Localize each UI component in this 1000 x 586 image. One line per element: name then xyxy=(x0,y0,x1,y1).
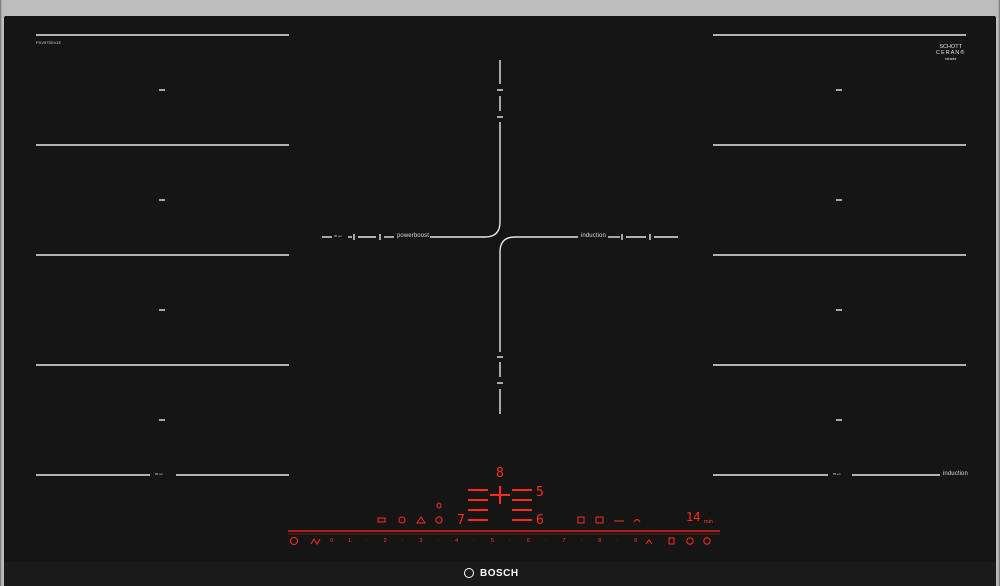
bosch-logo-icon xyxy=(464,568,474,578)
control-panel-graphics xyxy=(288,486,720,545)
move-mode-icon xyxy=(435,516,443,524)
power-level-3[interactable]: 2 xyxy=(384,538,387,544)
power-level-13[interactable]: 7 xyxy=(562,538,565,544)
bottom-right-zone-logo: ≈∽ xyxy=(833,472,842,478)
power-level-5[interactable]: 3 xyxy=(419,538,422,544)
timer-display: 14 xyxy=(686,510,701,524)
wipe-protection-icon xyxy=(595,516,604,524)
stopwatch-icon xyxy=(703,537,711,545)
power-level-7[interactable]: 4 xyxy=(455,538,458,544)
power-level-10[interactable]: · xyxy=(509,538,511,544)
cooking-sensor-icon xyxy=(398,516,406,524)
power-level-11[interactable]: 6 xyxy=(527,538,530,544)
timer-icon xyxy=(686,537,694,545)
zone-display-right-lower: 6 xyxy=(536,513,544,528)
powerboost-label: powerboost xyxy=(397,233,430,239)
brand-name: BOSCH xyxy=(480,568,519,579)
power-level-17[interactable]: 9 xyxy=(634,538,637,544)
power-level-9[interactable]: 5 xyxy=(491,538,494,544)
power-level-1[interactable]: 1 xyxy=(348,538,351,544)
cooktop: PXV975DV1E SCHOTT CERAN® miradur ≈∽ powe… xyxy=(0,0,1000,586)
power-level-15[interactable]: 8 xyxy=(598,538,601,544)
frying-sensor-icon xyxy=(377,517,386,523)
heat-icon xyxy=(310,538,321,545)
power-icon xyxy=(290,537,298,545)
zone-display-right-upper: 5 xyxy=(536,485,544,500)
flame-icon xyxy=(436,502,442,509)
zone-markings xyxy=(36,34,966,545)
bottom-left-zone-logo: ≈∽ xyxy=(155,472,164,478)
flex-zone-icon xyxy=(416,516,426,524)
power-level-16[interactable]: · xyxy=(616,538,618,544)
induction-right-label: induction xyxy=(943,471,968,477)
power-level-12[interactable]: · xyxy=(545,538,547,544)
lock-icon xyxy=(668,537,675,545)
power-level-6[interactable]: · xyxy=(437,538,439,544)
keep-warm-icon xyxy=(577,516,585,524)
boost-icon xyxy=(645,539,653,545)
induction-center-label: induction xyxy=(581,233,606,239)
power-level-14[interactable]: · xyxy=(580,538,582,544)
home-connect-icon xyxy=(633,519,641,523)
center-left-zone-logo: ≈∽ xyxy=(334,234,343,240)
zone-display-top: 8 xyxy=(496,466,504,481)
power-level-2[interactable]: · xyxy=(366,538,368,544)
power-level-0[interactable]: 0 xyxy=(330,538,333,544)
zone-display-left: 7 xyxy=(457,513,465,528)
power-level-4[interactable]: · xyxy=(402,538,404,544)
power-level-8[interactable]: · xyxy=(473,538,475,544)
model-code: PXV975DV1E xyxy=(36,40,62,45)
glass-brand-logo: SCHOTT CERAN® miradur xyxy=(936,44,966,61)
timer-unit: min xyxy=(704,519,713,525)
